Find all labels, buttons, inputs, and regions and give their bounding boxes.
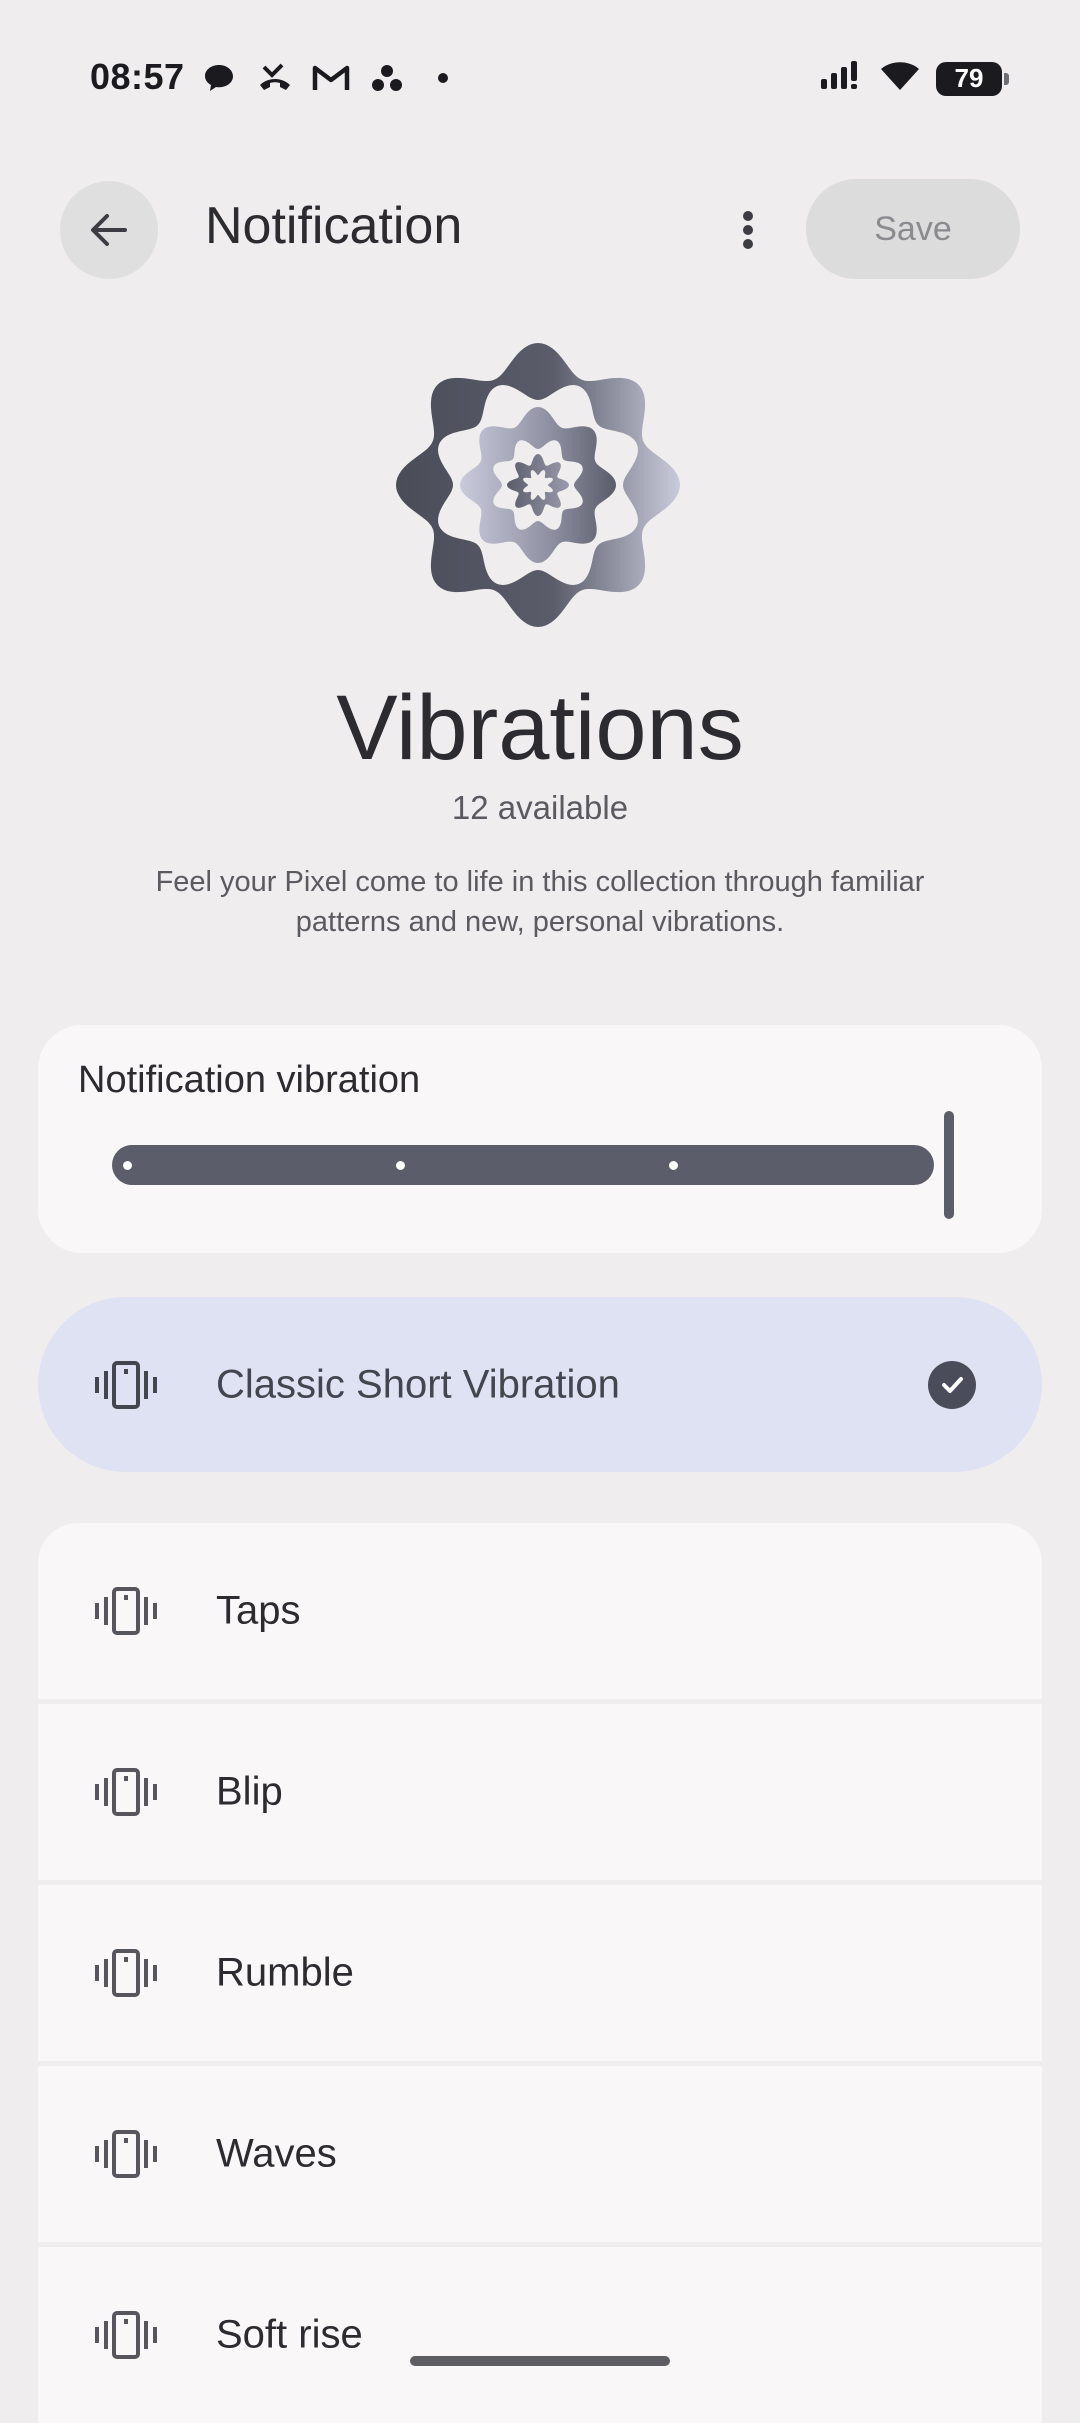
option-label: Waves xyxy=(216,2131,337,2176)
save-button[interactable]: Save xyxy=(806,179,1020,279)
three-dots-cluster-icon xyxy=(368,60,406,96)
option-label: Taps xyxy=(216,1588,301,1633)
page-title: Notification xyxy=(205,197,463,255)
vibration-intensity-label: Notification vibration xyxy=(78,1059,421,1101)
vibration-icon xyxy=(95,1360,157,1409)
option-label: Blip xyxy=(216,1769,283,1814)
slider-tick xyxy=(669,1161,678,1170)
notification-vibration-card: Notification vibration xyxy=(38,1025,1042,1253)
signal-icon xyxy=(820,61,864,96)
vibration-icon xyxy=(95,1949,157,1997)
option-label: Rumble xyxy=(216,1950,354,1995)
status-bar: 08:57 79 xyxy=(0,0,1080,160)
more-options-button[interactable] xyxy=(720,200,776,260)
slider-thumb[interactable] xyxy=(944,1111,954,1219)
vibration-icon xyxy=(95,1768,157,1816)
check-circle-icon xyxy=(928,1361,976,1409)
section-title: Vibrations xyxy=(336,677,744,779)
slider-tick xyxy=(123,1161,132,1170)
option-label: Soft rise xyxy=(216,2312,363,2357)
system-icons: 79 xyxy=(820,60,1009,97)
vibration-icon xyxy=(95,2130,157,2178)
dot-icon xyxy=(424,60,462,96)
vibration-icon xyxy=(95,1587,157,1635)
status-time: 08:57 xyxy=(90,56,185,97)
section-description: Feel your Pixel come to life in this col… xyxy=(155,866,925,938)
back-button[interactable] xyxy=(60,181,158,279)
vibration-intensity-slider[interactable] xyxy=(112,1145,934,1185)
vibration-option-soft-rise[interactable]: Soft rise xyxy=(38,2247,1042,2423)
available-count: 12 available xyxy=(451,789,629,826)
chat-bubble-icon xyxy=(200,60,238,96)
missed-call-icon xyxy=(256,60,294,96)
battery-indicator: 79 xyxy=(936,61,1009,96)
vibration-option-selected[interactable]: Classic Short Vibration xyxy=(38,1297,1042,1472)
vibration-icon xyxy=(95,2311,157,2359)
more-vert-icon xyxy=(743,211,753,249)
wifi-icon xyxy=(880,60,920,97)
slider-tick xyxy=(396,1161,405,1170)
option-label: Classic Short Vibration xyxy=(216,1362,620,1406)
vibration-option-waves[interactable]: Waves xyxy=(38,2066,1042,2242)
gmail-icon xyxy=(312,60,350,96)
arrow-back-icon xyxy=(91,214,127,246)
vibration-flower-icon xyxy=(396,343,680,627)
vibration-option-taps[interactable]: Taps xyxy=(38,1523,1042,1699)
gesture-nav-handle[interactable] xyxy=(410,2356,670,2366)
notification-icons xyxy=(200,60,462,96)
vibration-option-blip[interactable]: Blip xyxy=(38,1704,1042,1880)
vibration-option-rumble[interactable]: Rumble xyxy=(38,1885,1042,2061)
